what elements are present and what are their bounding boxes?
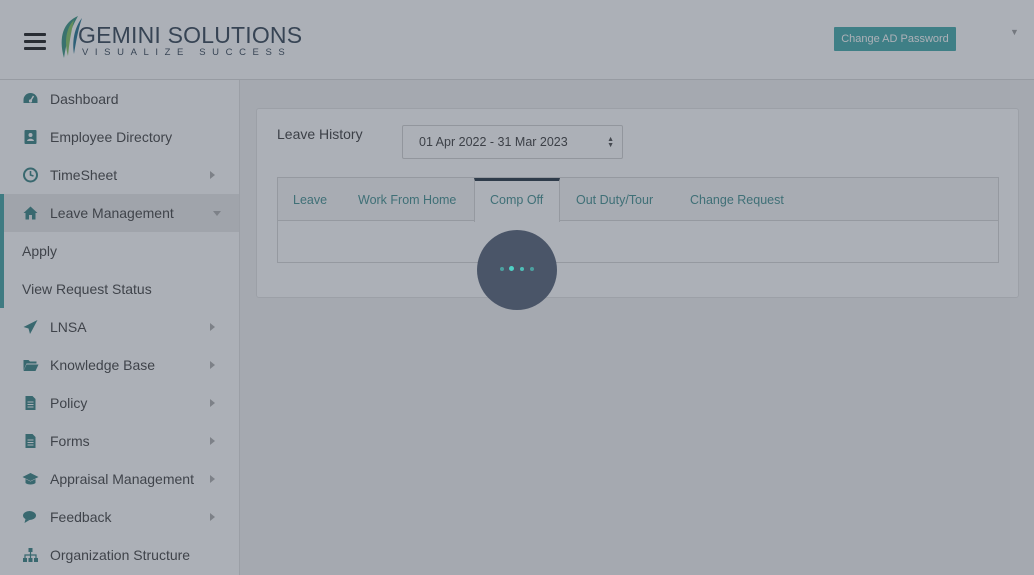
spinner-dot bbox=[509, 266, 514, 271]
loading-spinner bbox=[477, 230, 557, 310]
spinner-dot bbox=[530, 267, 534, 271]
spinner-dot bbox=[500, 267, 504, 271]
spinner-dot bbox=[520, 267, 524, 271]
